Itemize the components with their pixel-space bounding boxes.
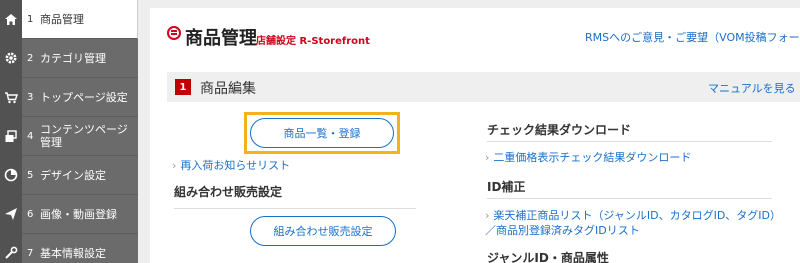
- chevron-right-icon: ›: [485, 209, 490, 222]
- sidebar-item-label: 商品管理: [40, 12, 84, 26]
- check-result-heading: チェック結果ダウンロード: [487, 123, 632, 137]
- palette-icon: [0, 155, 22, 195]
- chevron-right-icon: ›: [172, 159, 177, 172]
- double-price-check-link[interactable]: › 二重価格表示チェック結果ダウンロード: [485, 149, 691, 165]
- id-correction-label: 楽天補正商品リスト（ジャンルID、カタログID、タグID）／商品別登録済みタグI…: [485, 209, 781, 237]
- tools-icon: [0, 233, 22, 263]
- id-correction-heading: ID補正: [487, 180, 526, 194]
- section-number-badge: 1: [175, 79, 191, 95]
- manual-link[interactable]: マニュアルを見る: [708, 80, 796, 96]
- combo-sale-heading: 組み合わせ販売設定: [174, 185, 283, 199]
- double-price-check-label: 二重価格表示チェック結果ダウンロード: [493, 151, 692, 164]
- sidebar-item-basic-info[interactable]: 7 基本情報設定: [0, 233, 138, 263]
- sidebar-item-label: 画像・動画登録: [40, 207, 117, 221]
- sidebar-item-number: 3: [27, 91, 34, 103]
- home-icon: [0, 0, 22, 39]
- sidebar-item-number: 4: [27, 130, 34, 142]
- gear-icon: [0, 38, 22, 78]
- divider: [487, 141, 772, 142]
- sidebar-item-label: 基本情報設定: [40, 246, 106, 260]
- sidebar-item-design-settings[interactable]: 5 デザイン設定: [0, 155, 138, 195]
- restock-notice-label: 再入荷お知らせリスト: [180, 159, 291, 172]
- section-title: 商品編集: [200, 81, 256, 97]
- sidebar-item-label: コンテンツページ管理: [40, 123, 128, 149]
- main-panel: 商品管理 店舗設定 R-Storefront RMSへのご意見・ご要望（VOM投…: [150, 8, 800, 263]
- sidebar-item-number: 7: [27, 247, 34, 259]
- chevron-right-icon: ›: [485, 151, 490, 164]
- sidebar-item-label: トップページ設定: [40, 90, 128, 104]
- sidebar-item-image-video[interactable]: 6 画像・動画登録: [0, 194, 138, 234]
- restock-notice-link[interactable]: › 再入荷お知らせリスト: [172, 157, 290, 173]
- send-icon: [0, 194, 22, 234]
- sidebar-item-product-management[interactable]: 1 商品管理: [0, 0, 138, 39]
- sidebar-item-category-management[interactable]: 2 カテゴリ管理: [0, 38, 138, 78]
- sidebar: 1 商品管理 2 カテゴリ管理 3 トップページ設定 4 コンテンツページ管理 …: [0, 0, 138, 263]
- genre-attribute-heading: ジャンルID・商品属性: [487, 251, 609, 263]
- sidebar-item-number: 6: [27, 208, 34, 220]
- cart-icon: [0, 77, 22, 117]
- sidebar-item-number: 1: [27, 13, 34, 25]
- sidebar-item-label: デザイン設定: [40, 168, 106, 182]
- sidebar-item-number: 5: [27, 169, 34, 181]
- sidebar-item-top-page-settings[interactable]: 3 トップページ設定: [0, 77, 138, 117]
- store-subtitle: 店舗設定 R-Storefront: [256, 36, 370, 47]
- id-correction-link[interactable]: › 楽天補正商品リスト（ジャンルID、カタログID、タグID）／商品別登録済みタグ…: [485, 208, 785, 238]
- sidebar-item-content-pages[interactable]: 4 コンテンツページ管理: [0, 116, 138, 156]
- product-list-register-button[interactable]: 商品一覧・登録: [250, 118, 394, 148]
- list-icon: [167, 26, 181, 40]
- pages-icon: [0, 116, 22, 156]
- page-title: 商品管理: [185, 28, 257, 49]
- divider: [174, 208, 416, 209]
- combo-sale-button[interactable]: 組み合わせ販売設定: [250, 216, 396, 246]
- section-header: 1 商品編集 マニュアルを見る: [167, 72, 800, 102]
- divider: [487, 198, 772, 199]
- sidebar-item-label: カテゴリ管理: [40, 51, 106, 65]
- feedback-link[interactable]: RMSへのご意見・ご要望（VOM投稿フォーム）: [585, 29, 800, 45]
- sidebar-item-number: 2: [27, 52, 34, 64]
